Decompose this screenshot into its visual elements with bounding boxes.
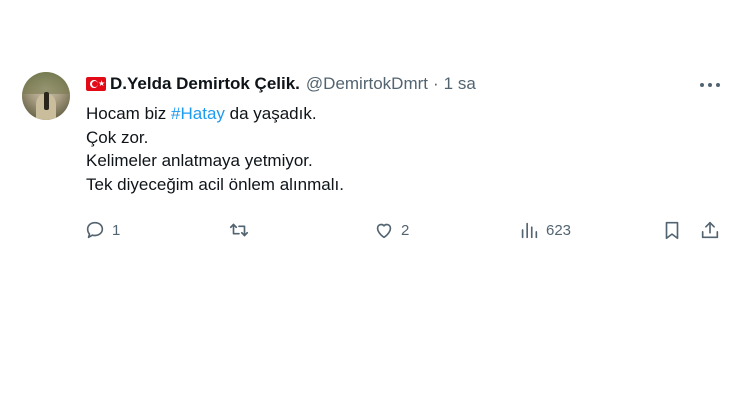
- reply-count: 1: [112, 221, 121, 239]
- hashtag-link[interactable]: #Hatay: [171, 104, 225, 123]
- reply-icon: [86, 221, 104, 239]
- avatar[interactable]: [22, 72, 70, 120]
- tweet-card[interactable]: ★ D.Yelda Demirtok Çelik. @DemirtokDmrt …: [0, 0, 730, 420]
- retweet-icon: [229, 223, 249, 237]
- heart-icon: [376, 223, 392, 239]
- like-button[interactable]: 2: [373, 216, 409, 244]
- bookmark-button[interactable]: [661, 216, 683, 244]
- views-button[interactable]: 623: [518, 216, 571, 244]
- author-handle[interactable]: @DemirtokDmrt: [306, 74, 428, 94]
- like-count: 2: [401, 221, 410, 239]
- tweet-text: Hocam biz #Hatay da yaşadık. Çok zor. Ke…: [86, 102, 344, 196]
- tweet-actions: 1 2 623: [0, 216, 730, 244]
- author-name[interactable]: D.Yelda Demirtok Çelik.: [110, 74, 300, 94]
- separator-dot: ·: [433, 74, 439, 93]
- timestamp[interactable]: 1 sa: [444, 74, 476, 94]
- tweet-line-3: Kelimeler anlatmaya yetmiyor.: [86, 151, 313, 171]
- tweet-line-1-prefix: Hocam biz: [86, 104, 172, 123]
- share-icon: [701, 221, 719, 239]
- tweet-line-2: Çok zor.: [86, 127, 149, 147]
- tweet-line-4: Tek diyeceğim acil önlem alınmalı.: [86, 174, 344, 194]
- bookmark-icon: [665, 221, 679, 240]
- avatar-trees: [22, 72, 70, 94]
- share-button[interactable]: [699, 216, 721, 244]
- tweet-line-1: Hocam biz #Hatay da yaşadık.: [86, 102, 344, 126]
- more-horizontal-icon[interactable]: [698, 75, 722, 95]
- retweet-button[interactable]: [228, 216, 256, 244]
- avatar-figure: [44, 92, 49, 110]
- tweet-header: ★ D.Yelda Demirtok Çelik. @DemirtokDmrt …: [86, 72, 476, 96]
- reply-button[interactable]: 1: [84, 216, 120, 244]
- views-chart-icon: [521, 222, 538, 239]
- tweet-line-1-suffix: da yaşadık.: [224, 104, 317, 123]
- views-count: 623: [546, 221, 572, 239]
- turkey-flag-icon: ★: [86, 77, 106, 91]
